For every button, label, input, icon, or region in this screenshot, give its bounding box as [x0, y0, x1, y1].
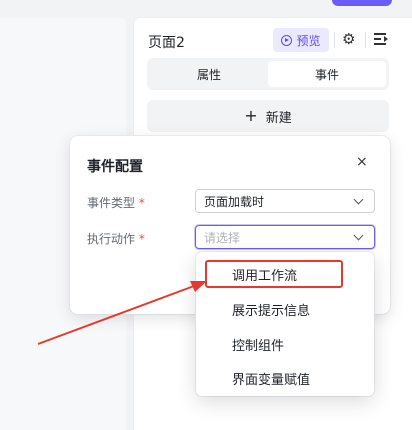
annotation-arrow: [37, 281, 207, 345]
